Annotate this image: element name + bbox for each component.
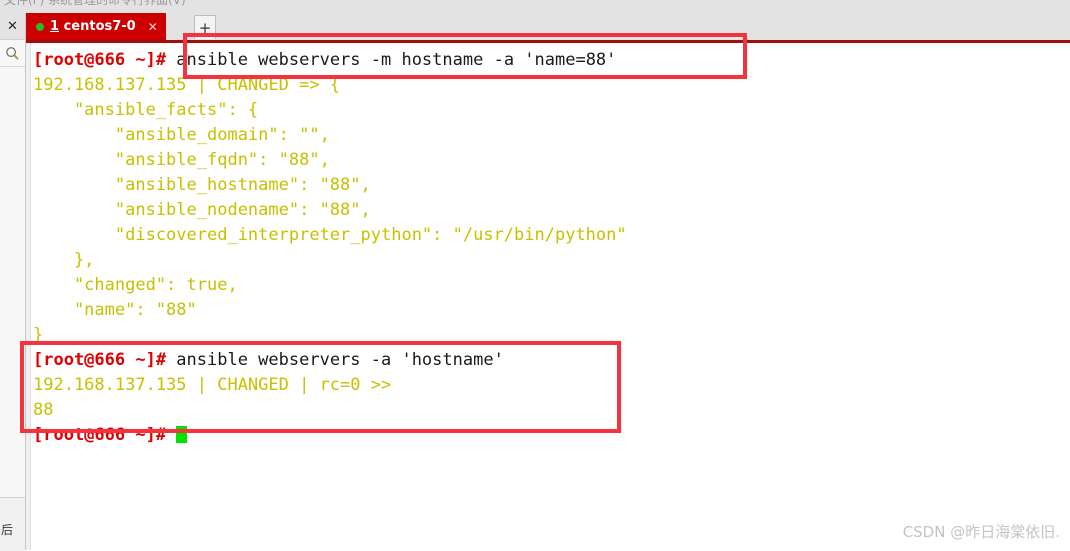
command-output: "ansible_hostname": "88",: [33, 175, 371, 195]
tab-index: 1: [50, 19, 60, 34]
command-output: },: [33, 250, 95, 270]
tab-bar: 1 centos7-0 ✕ +: [26, 13, 1070, 43]
command-output: 192.168.137.135 | CHANGED => {: [33, 75, 341, 95]
terminal-line: }: [33, 323, 627, 348]
terminal-line: "ansible_domain": "",: [33, 123, 627, 148]
terminal-line: 192.168.137.135 | CHANGED => {: [33, 73, 627, 98]
command-output: 88: [33, 400, 54, 420]
terminal-line: 88: [33, 398, 627, 423]
tab-title: centos7-0: [59, 19, 136, 34]
window-chrome-strip: 文件(F) 系统管理的命令行界面(V): [0, 0, 1070, 13]
command-output: "ansible_domain": "",: [33, 125, 330, 145]
left-toolbar-footer[interactable]: 后: [0, 497, 25, 551]
command-output: "ansible_nodename": "88",: [33, 200, 371, 220]
terminal-line: [root@666 ~]#: [33, 423, 627, 448]
shell-prompt: [root@666 ~]#: [33, 50, 167, 70]
close-panel-button[interactable]: ✕: [0, 13, 25, 40]
watermark: CSDN @昨日海棠依旧.: [902, 523, 1060, 541]
connection-status-dot: [36, 22, 44, 31]
command-output: "name": "88": [33, 300, 197, 320]
shell-command: [166, 425, 176, 445]
command-output: "discovered_interpreter_python": "/usr/b…: [33, 225, 627, 245]
search-panel-button[interactable]: [0, 40, 25, 67]
left-toolbar-filler: [0, 67, 25, 497]
new-tab-button[interactable]: +: [194, 15, 216, 39]
tab-label: 1 centos7-0: [50, 19, 136, 34]
command-output: "ansible_fqdn": "88",: [33, 150, 330, 170]
shell-command: ansible webservers -m hostname -a 'name=…: [166, 50, 617, 70]
close-icon: ✕: [7, 18, 18, 34]
command-output: "ansible_facts": {: [33, 100, 259, 120]
left-toolbar-footer-label: 后: [1, 523, 14, 537]
terminal-line: "discovered_interpreter_python": "/usr/b…: [33, 223, 627, 248]
plus-icon: +: [198, 18, 212, 37]
terminal-line: "ansible_fqdn": "88",: [33, 148, 627, 173]
terminal-line: "ansible_hostname": "88",: [33, 173, 627, 198]
command-output: 192.168.137.135 | CHANGED | rc=0 >>: [33, 375, 392, 395]
command-output: }: [33, 325, 44, 345]
command-output: "changed": true,: [33, 275, 238, 295]
terminal-line: [root@666 ~]# ansible webservers -m host…: [33, 48, 627, 73]
terminal-scrollbar[interactable]: [26, 43, 31, 550]
tab-close-icon[interactable]: ✕: [148, 20, 158, 34]
tab-centos7-0[interactable]: 1 centos7-0 ✕: [26, 13, 166, 40]
window-chrome-text: 文件(F) 系统管理的命令行界面(V): [4, 0, 186, 7]
terminal-line: },: [33, 248, 627, 273]
terminal-panel[interactable]: [root@666 ~]# ansible webservers -m host…: [26, 43, 1070, 550]
terminal-cursor: [176, 426, 188, 443]
shell-prompt: [root@666 ~]#: [33, 350, 167, 370]
shell-command: ansible webservers -a 'hostname': [166, 350, 504, 370]
terminal-line: "changed": true,: [33, 273, 627, 298]
terminal-line: "ansible_facts": {: [33, 98, 627, 123]
shell-prompt: [root@666 ~]#: [33, 425, 167, 445]
terminal-line: 192.168.137.135 | CHANGED | rc=0 >>: [33, 373, 627, 398]
search-icon: [6, 46, 19, 60]
terminal-line: "name": "88": [33, 298, 627, 323]
left-toolbar: ✕ 后: [0, 13, 26, 551]
terminal-line: [root@666 ~]# ansible webservers -a 'hos…: [33, 348, 627, 373]
terminal-line: "ansible_nodename": "88",: [33, 198, 627, 223]
terminal-output: [root@666 ~]# ansible webservers -m host…: [33, 48, 627, 448]
